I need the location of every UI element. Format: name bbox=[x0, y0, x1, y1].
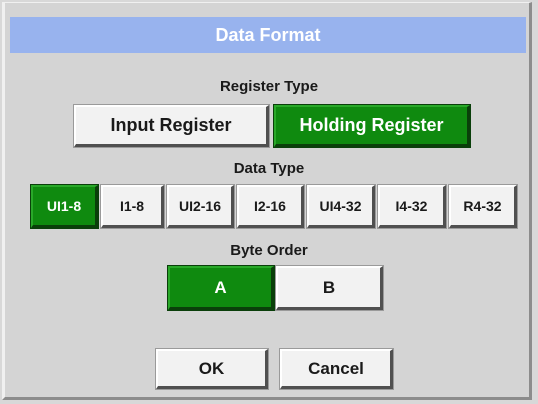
dialog-title-bar: Data Format bbox=[10, 17, 526, 53]
byte-order-a-button[interactable]: A bbox=[167, 265, 275, 311]
data-type-ui2-16-button[interactable]: UI2-16 bbox=[166, 184, 235, 229]
ok-button[interactable]: OK bbox=[155, 348, 269, 390]
cancel-button[interactable]: Cancel bbox=[279, 348, 394, 390]
data-type-i1-8-button[interactable]: I1-8 bbox=[100, 184, 165, 229]
data-type-label: Data Type bbox=[233, 160, 305, 177]
input-register-button[interactable]: Input Register bbox=[73, 104, 270, 148]
byte-order-label: Byte Order bbox=[230, 242, 308, 259]
holding-register-button[interactable]: Holding Register bbox=[273, 104, 471, 148]
data-type-i2-16-button[interactable]: I2-16 bbox=[236, 184, 305, 229]
dialog-title: Data Format bbox=[215, 24, 321, 45]
data-type-ui1-8-button[interactable]: UI1-8 bbox=[30, 184, 99, 229]
register-type-label: Register Type bbox=[219, 78, 319, 95]
byte-order-b-button[interactable]: B bbox=[275, 265, 384, 311]
data-type-ui4-32-button[interactable]: UI4-32 bbox=[306, 184, 376, 229]
data-type-r4-32-button[interactable]: R4-32 bbox=[448, 184, 518, 229]
data-type-i4-32-button[interactable]: I4-32 bbox=[377, 184, 447, 229]
